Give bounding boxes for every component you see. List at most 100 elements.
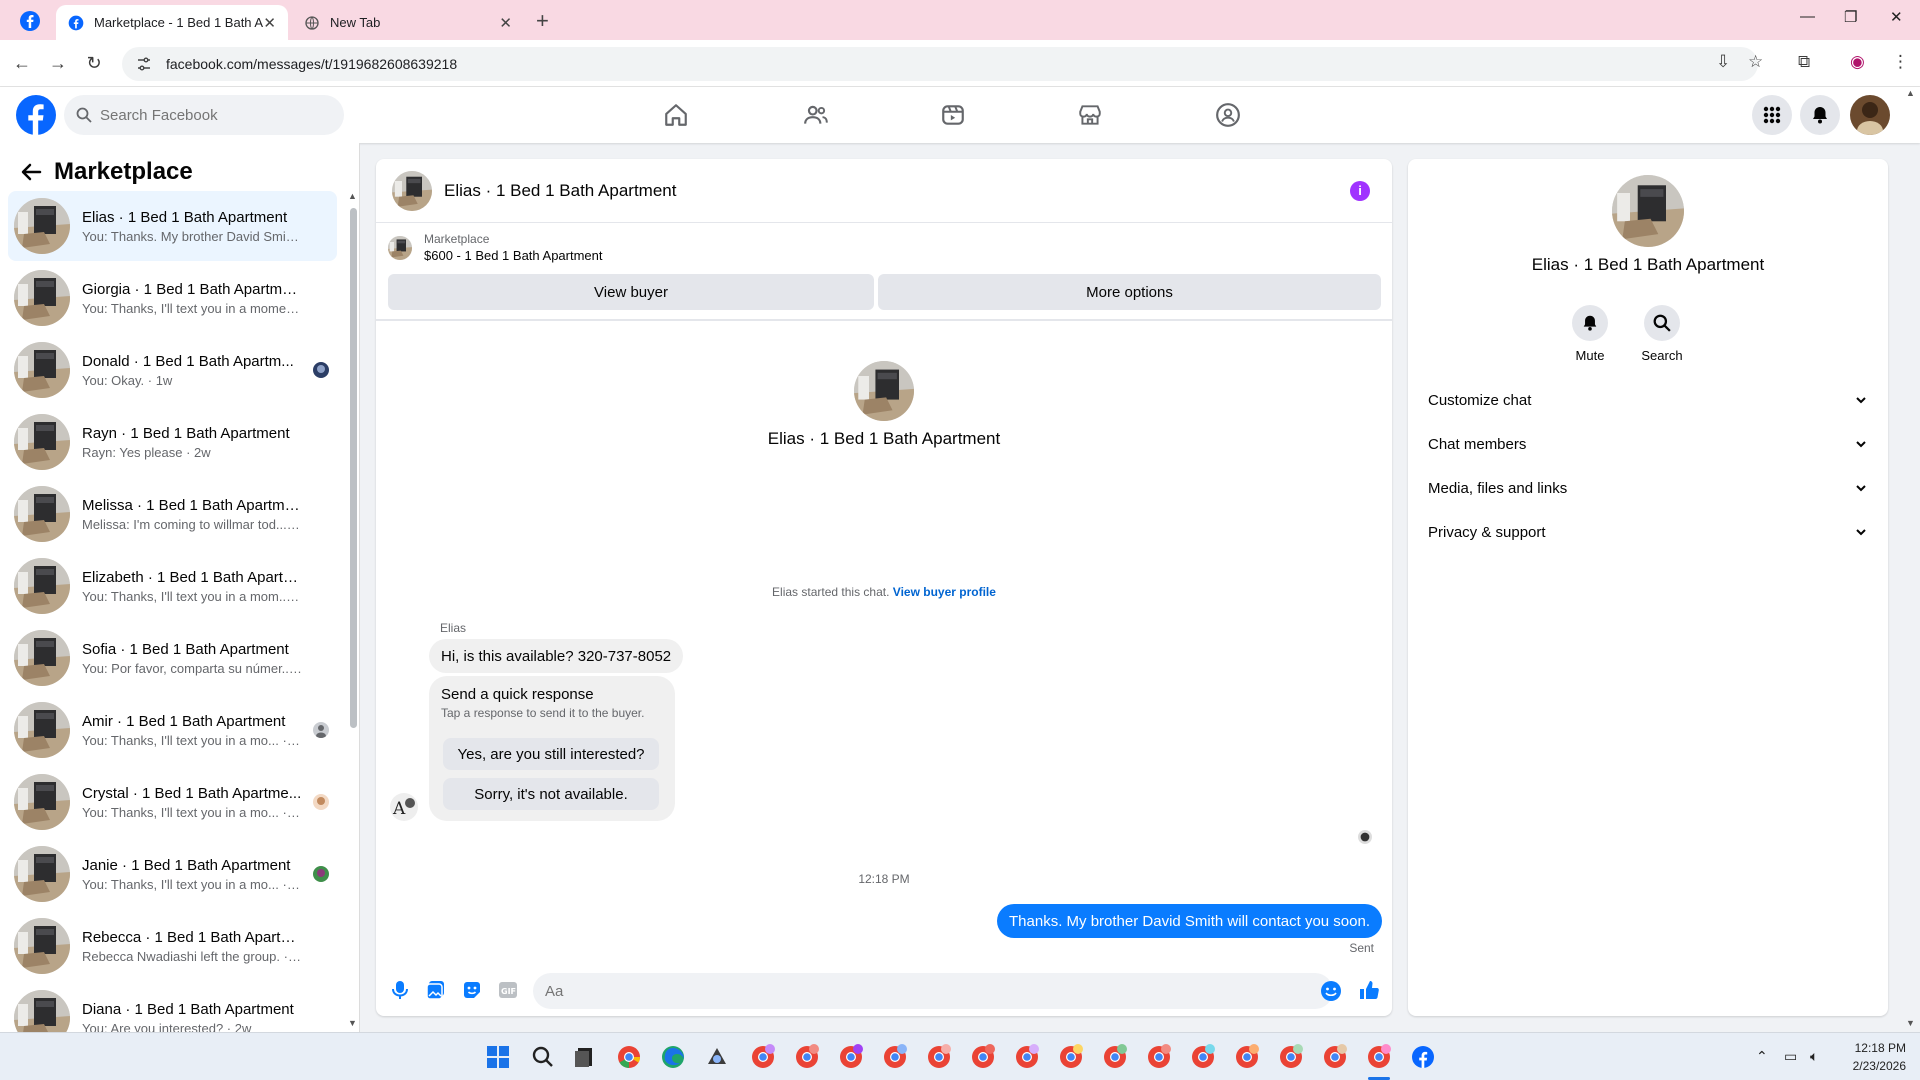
chrome-profile-icon[interactable]: [1058, 1044, 1084, 1070]
nav-video[interactable]: [933, 95, 973, 135]
chrome-profile-icon[interactable]: [1278, 1044, 1304, 1070]
view-buyer-profile-link[interactable]: View buyer profile: [893, 585, 996, 599]
chrome-profile-icon[interactable]: [1234, 1044, 1260, 1070]
photo-icon[interactable]: [425, 979, 447, 1001]
tab-close-icon[interactable]: ✕: [263, 14, 276, 32]
list-item[interactable]: Crystal · 1 Bed 1 Bath Apartme... You: Th…: [8, 767, 337, 837]
thumbs-up-icon[interactable]: [1358, 979, 1380, 1001]
facebook-pinned-tab-icon[interactable]: [18, 9, 42, 33]
message-input[interactable]: [533, 973, 1333, 1009]
microphone-icon[interactable]: [389, 979, 411, 1001]
customize-chat-row[interactable]: Customize chat: [1416, 380, 1880, 420]
media-files-links-row[interactable]: Media, files and links: [1416, 468, 1880, 508]
list-item[interactable]: Melissa · 1 Bed 1 Bath Apartment Melissa:…: [8, 479, 337, 549]
chrome-profile-icon[interactable]: [1102, 1044, 1128, 1070]
network-icon[interactable]: ▭: [1784, 1048, 1797, 1065]
chrome-profile-icon[interactable]: [1146, 1044, 1172, 1070]
tab-new-tab[interactable]: New Tab ✕: [292, 5, 524, 40]
chrome-profile-icon[interactable]: [1014, 1044, 1040, 1070]
nav-marketplace[interactable]: [1070, 95, 1110, 135]
quick-reply-button[interactable]: Yes, are you still interested?: [443, 738, 659, 770]
friends-icon: [804, 105, 828, 124]
windows-start-icon[interactable]: [485, 1044, 511, 1070]
edge-icon[interactable]: [660, 1044, 686, 1070]
scroll-up-icon[interactable]: ▲: [348, 191, 357, 201]
nav-home[interactable]: [656, 95, 696, 135]
chrome-icon[interactable]: [616, 1044, 642, 1070]
show-hidden-icons-icon[interactable]: ⌃: [1756, 1048, 1768, 1065]
nav-groups[interactable]: [1208, 95, 1248, 135]
chat-title[interactable]: Elias · 1 Bed 1 Bath Apartment: [444, 181, 676, 201]
minimize-icon[interactable]: —: [1800, 8, 1815, 25]
facebook-logo-icon[interactable]: [16, 95, 56, 135]
install-app-icon[interactable]: ⇩: [1716, 52, 1730, 72]
privacy-support-row[interactable]: Privacy & support: [1416, 512, 1880, 552]
omnibox[interactable]: facebook.com/messages/t/1919682608639218: [122, 47, 1758, 81]
chrome-profile-icon[interactable]: [794, 1044, 820, 1070]
reload-icon[interactable]: ↻: [83, 52, 105, 74]
view-buyer-button[interactable]: View buyer: [388, 274, 874, 310]
back-arrow-icon[interactable]: [20, 161, 42, 183]
notifications-button[interactable]: [1800, 95, 1840, 135]
page-scroll-up-icon[interactable]: ▲: [1906, 88, 1915, 98]
volume-icon[interactable]: 🔈︎: [1810, 1048, 1818, 1065]
list-item[interactable]: Elizabeth · 1 Bed 1 Bath Apartment You: T…: [8, 551, 337, 621]
back-icon[interactable]: ←: [11, 52, 33, 74]
chrome-profile-icon[interactable]: [926, 1044, 952, 1070]
chrome-profile-icon[interactable]: [750, 1044, 776, 1070]
quick-reply-button[interactable]: Sorry, it's not available.: [443, 778, 659, 810]
forward-icon[interactable]: →: [47, 52, 69, 74]
listing-summary[interactable]: Marketplace $600 - 1 Bed 1 Bath Apartmen…: [388, 232, 603, 263]
list-item[interactable]: Rebecca · 1 Bed 1 Bath Apartment Rebecca …: [8, 911, 337, 981]
profile-icon[interactable]: ◉: [1850, 52, 1865, 72]
tab-marketplace[interactable]: Marketplace - 1 Bed 1 Bath Apa ✕: [56, 5, 288, 40]
facebook-search[interactable]: [64, 95, 344, 135]
site-info-icon[interactable]: [136, 56, 152, 72]
tab-close-icon[interactable]: ✕: [499, 14, 512, 32]
chrome-profile-icon[interactable]: [838, 1044, 864, 1070]
gif-icon[interactable]: GIF: [497, 979, 519, 1001]
task-view-icon[interactable]: [572, 1044, 598, 1070]
page-scroll-down-icon[interactable]: ▼: [1906, 1018, 1915, 1028]
scroll-down-icon[interactable]: ▼: [348, 1018, 357, 1028]
restore-icon[interactable]: ❐: [1844, 8, 1857, 26]
list-item[interactable]: Donald · 1 Bed 1 Bath Apartm... You: Okay…: [8, 335, 337, 405]
list-item[interactable]: Giorgia · 1 Bed 1 Bath Apartment You: Tha…: [8, 263, 337, 333]
app-icon[interactable]: [704, 1044, 730, 1070]
conversation-heading: Elias · 1 Bed 1 Bath Apartment: [767, 429, 1001, 448]
more-options-button[interactable]: More options: [878, 274, 1381, 310]
list-item[interactable]: Sofia · 1 Bed 1 Bath Apartment You: Por f…: [8, 623, 337, 693]
list-item[interactable]: Amir · 1 Bed 1 Bath Apartment You: Thanks…: [8, 695, 337, 765]
close-window-icon[interactable]: ✕: [1890, 8, 1903, 26]
chrome-profile-icon[interactable]: [1366, 1044, 1392, 1070]
info-icon[interactable]: i: [1350, 181, 1370, 201]
message-timestamp: 12:18 PM: [858, 872, 910, 886]
new-tab-button[interactable]: +: [536, 8, 549, 34]
facebook-search-input[interactable]: [100, 106, 320, 124]
nav-friends[interactable]: [796, 95, 836, 135]
facebook-taskbar-icon[interactable]: [1410, 1044, 1436, 1070]
bookmark-star-icon[interactable]: ☆: [1748, 52, 1763, 72]
list-scrollbar[interactable]: [350, 208, 357, 728]
avatar[interactable]: [392, 171, 432, 211]
system-clock[interactable]: 12:18 PM 2/23/2026: [1836, 1039, 1906, 1075]
chrome-profile-icon[interactable]: [970, 1044, 996, 1070]
list-item[interactable]: Elias · 1 Bed 1 Bath Apartment You: Thank…: [8, 191, 337, 261]
browser-menu-icon[interactable]: ⋮: [1892, 52, 1909, 72]
chrome-profile-icon[interactable]: [882, 1044, 908, 1070]
chrome-profile-icon[interactable]: [1190, 1044, 1216, 1070]
list-item[interactable]: Diana · 1 Bed 1 Bath Apartment You: Are y…: [8, 983, 337, 1032]
taskbar-search-icon[interactable]: [530, 1044, 556, 1070]
list-item[interactable]: Rayn · 1 Bed 1 Bath Apartment Rayn: Yes p…: [8, 407, 337, 477]
sticker-icon[interactable]: [461, 979, 483, 1001]
mute-button[interactable]: Mute: [1560, 305, 1620, 363]
account-avatar[interactable]: [1850, 95, 1890, 135]
menu-button[interactable]: [1752, 95, 1792, 135]
tab-search-icon[interactable]: ⧉: [1798, 52, 1810, 72]
avatar: [14, 270, 70, 326]
list-item[interactable]: Janie · 1 Bed 1 Bath Apartment You: Thank…: [8, 839, 337, 909]
emoji-icon[interactable]: [1320, 980, 1342, 1002]
chrome-profile-icon[interactable]: [1322, 1044, 1348, 1070]
search-in-chat-button[interactable]: Search: [1632, 305, 1692, 363]
chat-members-row[interactable]: Chat members: [1416, 424, 1880, 464]
